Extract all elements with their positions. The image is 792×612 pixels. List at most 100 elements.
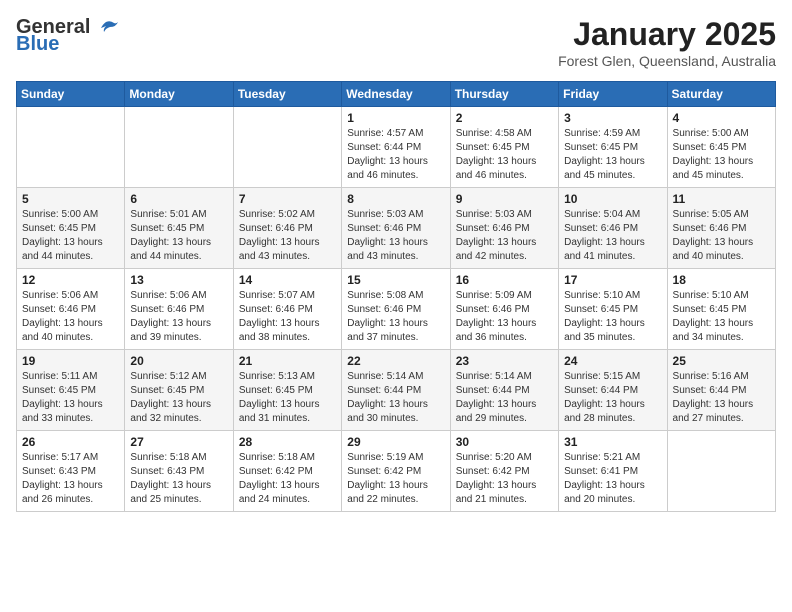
day-number: 16 — [456, 273, 553, 287]
day-number: 7 — [239, 192, 336, 206]
day-number: 14 — [239, 273, 336, 287]
day-number: 22 — [347, 354, 444, 368]
calendar-cell: 26Sunrise: 5:17 AM Sunset: 6:43 PM Dayli… — [17, 431, 125, 512]
calendar-week-5: 26Sunrise: 5:17 AM Sunset: 6:43 PM Dayli… — [17, 431, 776, 512]
day-info: Sunrise: 5:21 AM Sunset: 6:41 PM Dayligh… — [564, 451, 661, 507]
location-subtitle: Forest Glen, Queensland, Australia — [558, 53, 776, 69]
title-area: January 2025 Forest Glen, Queensland, Au… — [558, 16, 776, 69]
day-info: Sunrise: 5:08 AM Sunset: 6:46 PM Dayligh… — [347, 289, 444, 345]
calendar-cell: 2 Sunrise: 4:58 AM Sunset: 6:45 PM Daylig… — [450, 107, 558, 188]
weekday-header-row: SundayMondayTuesdayWednesdayThursdayFrid… — [17, 82, 776, 107]
day-number: 1 — [347, 111, 444, 125]
calendar-cell: 22 Sunrise: 5:14 AM Sunset: 6:44 PM Dayli… — [342, 350, 450, 431]
day-info: Sunrise: 5:01 AM Sunset: 6:45 PM Dayligh… — [130, 208, 227, 264]
day-info: Sunrise: 5:07 AM Sunset: 6:46 PM Dayligh… — [239, 289, 336, 345]
calendar-cell: 27 Sunrise: 5:18 AM Sunset: 6:43 PM Dayli… — [125, 431, 233, 512]
calendar-cell — [667, 431, 775, 512]
calendar-cell: 7 Sunrise: 5:02 AM Sunset: 6:46 PM Daylig… — [233, 188, 341, 269]
day-number: 29 — [347, 435, 444, 449]
calendar-cell: 8 Sunrise: 5:03 AM Sunset: 6:46 PM Daylig… — [342, 188, 450, 269]
calendar-cell: 14 Sunrise: 5:07 AM Sunset: 6:46 PM Dayli… — [233, 269, 341, 350]
day-info: Sunrise: 5:05 AM Sunset: 6:46 PM Dayligh… — [673, 208, 770, 264]
day-info: Sunrise: 4:58 AM Sunset: 6:45 PM Dayligh… — [456, 127, 553, 183]
day-number: 8 — [347, 192, 444, 206]
day-info: Sunrise: 5:11 AM Sunset: 6:45 PM Dayligh… — [22, 370, 119, 426]
calendar-cell: 6Sunrise: 5:01 AM Sunset: 6:45 PM Daylig… — [125, 188, 233, 269]
calendar-cell: 23 Sunrise: 5:14 AM Sunset: 6:44 PM Dayli… — [450, 350, 558, 431]
day-info: Sunrise: 5:16 AM Sunset: 6:44 PM Dayligh… — [673, 370, 770, 426]
day-number: 31 — [564, 435, 661, 449]
day-info: Sunrise: 5:09 AM Sunset: 6:46 PM Dayligh… — [456, 289, 553, 345]
calendar-cell: 3Sunrise: 4:59 AM Sunset: 6:45 PM Daylig… — [559, 107, 667, 188]
calendar-cell — [233, 107, 341, 188]
day-number: 2 — [456, 111, 553, 125]
day-info: Sunrise: 5:03 AM Sunset: 6:46 PM Dayligh… — [456, 208, 553, 264]
day-info: Sunrise: 5:04 AM Sunset: 6:46 PM Dayligh… — [564, 208, 661, 264]
calendar-cell: 25 Sunrise: 5:16 AM Sunset: 6:44 PM Dayli… — [667, 350, 775, 431]
day-info: Sunrise: 5:06 AM Sunset: 6:46 PM Dayligh… — [130, 289, 227, 345]
calendar-cell: 16 Sunrise: 5:09 AM Sunset: 6:46 PM Dayli… — [450, 269, 558, 350]
calendar-cell: 5Sunrise: 5:00 AM Sunset: 6:45 PM Daylig… — [17, 188, 125, 269]
day-info: Sunrise: 4:57 AM Sunset: 6:44 PM Dayligh… — [347, 127, 444, 183]
day-number: 20 — [130, 354, 227, 368]
day-number: 30 — [456, 435, 553, 449]
page-header: General Blue January 2025 Forest Glen, Q… — [16, 16, 776, 69]
calendar-cell: 11Sunrise: 5:05 AM Sunset: 6:46 PM Dayli… — [667, 188, 775, 269]
weekday-header-wednesday: Wednesday — [342, 82, 450, 107]
calendar-cell — [125, 107, 233, 188]
day-info: Sunrise: 5:18 AM Sunset: 6:43 PM Dayligh… — [130, 451, 227, 507]
calendar-cell: 4Sunrise: 5:00 AM Sunset: 6:45 PM Daylig… — [667, 107, 775, 188]
day-info: Sunrise: 5:14 AM Sunset: 6:44 PM Dayligh… — [347, 370, 444, 426]
calendar-week-1: 1 Sunrise: 4:57 AM Sunset: 6:44 PM Daylig… — [17, 107, 776, 188]
weekday-header-thursday: Thursday — [450, 82, 558, 107]
calendar-week-2: 5Sunrise: 5:00 AM Sunset: 6:45 PM Daylig… — [17, 188, 776, 269]
day-info: Sunrise: 5:03 AM Sunset: 6:46 PM Dayligh… — [347, 208, 444, 264]
day-number: 24 — [564, 354, 661, 368]
logo-bird-icon — [96, 20, 118, 36]
day-info: Sunrise: 5:18 AM Sunset: 6:42 PM Dayligh… — [239, 451, 336, 507]
calendar-cell: 31 Sunrise: 5:21 AM Sunset: 6:41 PM Dayli… — [559, 431, 667, 512]
day-info: Sunrise: 4:59 AM Sunset: 6:45 PM Dayligh… — [564, 127, 661, 183]
day-number: 21 — [239, 354, 336, 368]
day-info: Sunrise: 5:17 AM Sunset: 6:43 PM Dayligh… — [22, 451, 119, 507]
calendar-week-4: 19 Sunrise: 5:11 AM Sunset: 6:45 PM Dayli… — [17, 350, 776, 431]
calendar-cell: 15Sunrise: 5:08 AM Sunset: 6:46 PM Dayli… — [342, 269, 450, 350]
day-number: 12 — [22, 273, 119, 287]
calendar-cell: 29Sunrise: 5:19 AM Sunset: 6:42 PM Dayli… — [342, 431, 450, 512]
day-number: 25 — [673, 354, 770, 368]
logo-blue-text: Blue — [16, 33, 59, 56]
calendar-cell — [17, 107, 125, 188]
day-number: 18 — [673, 273, 770, 287]
calendar-cell: 24Sunrise: 5:15 AM Sunset: 6:44 PM Dayli… — [559, 350, 667, 431]
day-number: 10 — [564, 192, 661, 206]
day-info: Sunrise: 5:14 AM Sunset: 6:44 PM Dayligh… — [456, 370, 553, 426]
day-number: 17 — [564, 273, 661, 287]
calendar-cell: 1 Sunrise: 4:57 AM Sunset: 6:44 PM Daylig… — [342, 107, 450, 188]
calendar-cell: 20 Sunrise: 5:12 AM Sunset: 6:45 PM Dayli… — [125, 350, 233, 431]
weekday-header-monday: Monday — [125, 82, 233, 107]
day-number: 28 — [239, 435, 336, 449]
day-number: 27 — [130, 435, 227, 449]
weekday-header-friday: Friday — [559, 82, 667, 107]
day-number: 4 — [673, 111, 770, 125]
calendar-cell: 10 Sunrise: 5:04 AM Sunset: 6:46 PM Dayli… — [559, 188, 667, 269]
day-number: 19 — [22, 354, 119, 368]
calendar-cell: 30Sunrise: 5:20 AM Sunset: 6:42 PM Dayli… — [450, 431, 558, 512]
day-info: Sunrise: 5:02 AM Sunset: 6:46 PM Dayligh… — [239, 208, 336, 264]
weekday-header-saturday: Saturday — [667, 82, 775, 107]
day-number: 23 — [456, 354, 553, 368]
calendar-cell: 17 Sunrise: 5:10 AM Sunset: 6:45 PM Dayli… — [559, 269, 667, 350]
day-info: Sunrise: 5:06 AM Sunset: 6:46 PM Dayligh… — [22, 289, 119, 345]
day-number: 5 — [22, 192, 119, 206]
calendar-week-3: 12 Sunrise: 5:06 AM Sunset: 6:46 PM Dayli… — [17, 269, 776, 350]
weekday-header-tuesday: Tuesday — [233, 82, 341, 107]
month-year-title: January 2025 — [558, 16, 776, 53]
day-info: Sunrise: 5:10 AM Sunset: 6:45 PM Dayligh… — [673, 289, 770, 345]
day-info: Sunrise: 5:10 AM Sunset: 6:45 PM Dayligh… — [564, 289, 661, 345]
day-info: Sunrise: 5:13 AM Sunset: 6:45 PM Dayligh… — [239, 370, 336, 426]
calendar-cell: 28 Sunrise: 5:18 AM Sunset: 6:42 PM Dayli… — [233, 431, 341, 512]
calendar-cell: 18 Sunrise: 5:10 AM Sunset: 6:45 PM Dayli… — [667, 269, 775, 350]
calendar-cell: 19 Sunrise: 5:11 AM Sunset: 6:45 PM Dayli… — [17, 350, 125, 431]
day-info: Sunrise: 5:12 AM Sunset: 6:45 PM Dayligh… — [130, 370, 227, 426]
calendar-cell: 21 Sunrise: 5:13 AM Sunset: 6:45 PM Dayli… — [233, 350, 341, 431]
